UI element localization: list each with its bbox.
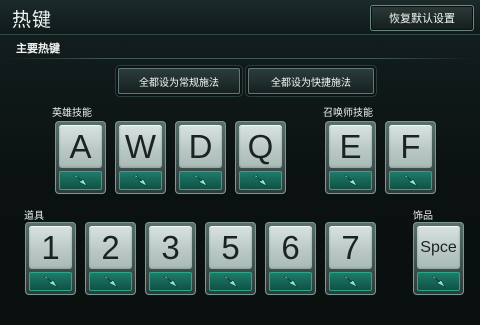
hotkey-slot-hero-skill-4[interactable]: Q bbox=[235, 121, 286, 194]
section-divider bbox=[6, 58, 474, 59]
key-label: 6 bbox=[269, 226, 312, 269]
hotkey-slot-item-5[interactable]: 6 bbox=[265, 222, 316, 295]
items-label: 道具 bbox=[24, 211, 44, 222]
arrow-down-right-icon[interactable] bbox=[179, 171, 222, 190]
arrow-down-right-icon[interactable] bbox=[29, 272, 72, 291]
key-label: 1 bbox=[29, 226, 72, 269]
trinket-label: 饰品 bbox=[413, 211, 433, 222]
key-label: A bbox=[59, 125, 102, 168]
panel-header: 热键 恢复默认设置 bbox=[0, 0, 480, 35]
hotkey-slot-item-6[interactable]: 7 bbox=[325, 222, 376, 295]
arrow-down-right-icon[interactable] bbox=[89, 272, 132, 291]
arrow-down-right-icon[interactable] bbox=[389, 171, 432, 190]
summoner-skills-label: 召唤师技能 bbox=[323, 108, 373, 119]
hotkey-slot-summoner-skill-1[interactable]: E bbox=[325, 121, 376, 194]
restore-defaults-button[interactable]: 恢复默认设置 bbox=[370, 5, 474, 31]
key-label: D bbox=[179, 125, 222, 168]
arrow-down-right-icon[interactable] bbox=[269, 272, 312, 291]
key-label: F bbox=[389, 125, 432, 168]
hero-skills-label: 英雄技能 bbox=[52, 108, 92, 119]
hotkey-slot-trinket[interactable]: Spce bbox=[413, 222, 464, 295]
arrow-down-right-icon[interactable] bbox=[119, 171, 162, 190]
hotkey-panel: 热键 恢复默认设置 主要热键 全都设为常规施法 全都设为快捷施法 英雄技能 召唤… bbox=[0, 0, 480, 325]
hotkey-slot-hero-skill-1[interactable]: A bbox=[55, 121, 106, 194]
arrow-down-right-icon[interactable] bbox=[329, 171, 372, 190]
key-label: E bbox=[329, 125, 372, 168]
key-label: 3 bbox=[149, 226, 192, 269]
arrow-down-right-icon[interactable] bbox=[239, 171, 282, 190]
arrow-down-right-icon[interactable] bbox=[209, 272, 252, 291]
key-label: 7 bbox=[329, 226, 372, 269]
key-label: 2 bbox=[89, 226, 132, 269]
arrow-down-right-icon[interactable] bbox=[149, 272, 192, 291]
set-all-quick-cast-button[interactable]: 全都设为快捷施法 bbox=[248, 68, 374, 94]
key-label: Q bbox=[239, 125, 282, 168]
hotkey-slot-item-4[interactable]: 5 bbox=[205, 222, 256, 295]
section-title: 主要热键 bbox=[16, 42, 60, 55]
arrow-down-right-icon[interactable] bbox=[59, 171, 102, 190]
hotkey-slot-hero-skill-3[interactable]: D bbox=[175, 121, 226, 194]
hotkey-slot-summoner-skill-2[interactable]: F bbox=[385, 121, 436, 194]
arrow-down-right-icon[interactable] bbox=[329, 272, 372, 291]
panel-title: 热键 bbox=[12, 9, 53, 31]
arrow-down-right-icon[interactable] bbox=[417, 272, 460, 291]
hotkey-slot-item-3[interactable]: 3 bbox=[145, 222, 196, 295]
hotkey-slot-item-1[interactable]: 1 bbox=[25, 222, 76, 295]
set-all-normal-cast-button[interactable]: 全都设为常规施法 bbox=[118, 68, 240, 94]
key-label: Spce bbox=[417, 226, 460, 269]
key-label: 5 bbox=[209, 226, 252, 269]
hotkey-slot-item-2[interactable]: 2 bbox=[85, 222, 136, 295]
hotkey-slot-hero-skill-2[interactable]: W bbox=[115, 121, 166, 194]
key-label: W bbox=[119, 125, 162, 168]
